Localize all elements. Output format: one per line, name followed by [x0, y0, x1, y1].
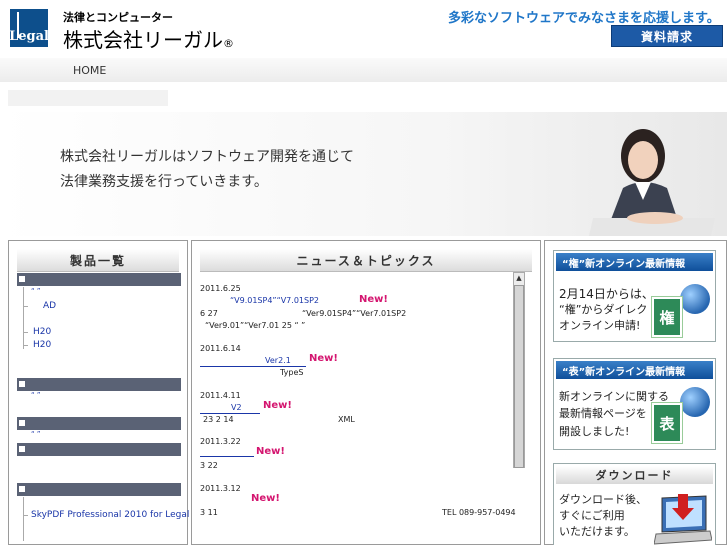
- news-link-underline: [200, 456, 254, 457]
- product-link[interactable]: “ ”: [31, 391, 40, 399]
- logo-text: Legal: [9, 29, 49, 44]
- product-link[interactable]: “ ”: [31, 430, 40, 438]
- category-bar[interactable]: [17, 417, 181, 430]
- hero-text-line2: 法律業務支援を行っていきます。: [60, 174, 268, 190]
- registered-mark: ®: [223, 37, 234, 50]
- news-date: 2011.3.22: [200, 437, 241, 446]
- product-link[interactable]: “ ”: [31, 287, 40, 295]
- news-scrollbar-thumb[interactable]: [514, 285, 524, 468]
- products-heading: 製品一覧: [17, 249, 179, 272]
- banner-text-line: ダウンロード後、: [559, 493, 647, 506]
- news-text: TypeS: [280, 368, 304, 377]
- sub-nav-bar: [8, 90, 168, 106]
- woman-photo: [589, 129, 715, 236]
- globe-icon: [680, 284, 710, 314]
- download-heading: ダウンロード: [556, 466, 713, 484]
- new-badge: New!: [263, 400, 292, 411]
- news-link[interactable]: “V9.01SP4”“V7.01SP2: [230, 296, 319, 305]
- news-link[interactable]: Ver2.1: [265, 356, 291, 365]
- category-bar[interactable]: [17, 443, 181, 456]
- category-bar[interactable]: [17, 273, 181, 286]
- tree-tick: [23, 306, 28, 307]
- banner-text-line: “権”からダイレクト: [559, 303, 659, 316]
- news-text: 23 2 14: [203, 415, 234, 424]
- tagline: 法律とコンピューター: [63, 11, 173, 24]
- scroll-up-arrow-icon[interactable]: ▲: [514, 273, 524, 284]
- new-badge: New!: [251, 493, 280, 504]
- download-banner[interactable]: ダウンロード ダウンロード後、 すぐにご利用 いただけます。: [553, 463, 716, 545]
- banner-text-line: 最新情報ページを: [559, 407, 647, 420]
- slogan: 多彩なソフトウェアでみなさまを応援します。: [448, 11, 720, 26]
- online-info-banner-hyo[interactable]: “表”新オンライン最新情報 新オンラインに関する 最新情報ページを 開設しました…: [553, 358, 716, 450]
- banner-heading: “権”新オンライン最新情報: [556, 253, 713, 271]
- news-text: TEL 089-957-0494: [442, 508, 516, 517]
- product-link[interactable]: SkyPDF Professional 2010 for Legal: [31, 510, 189, 520]
- news-link[interactable]: V2: [231, 403, 242, 412]
- news-date: 2011.6.14: [200, 344, 241, 353]
- news-link-underline: [200, 413, 260, 414]
- news-date: 2011.3.12: [200, 484, 241, 493]
- banner-text-line: オンライン申請!: [559, 319, 641, 332]
- news-date: 2011.4.11: [200, 391, 241, 400]
- product-link[interactable]: H20: [33, 340, 51, 350]
- globe-icon: [680, 387, 710, 417]
- banner-text-line: 2月14日からは、: [559, 287, 654, 301]
- news-text: XML: [338, 415, 355, 424]
- laptop-download-icon: [654, 494, 712, 545]
- new-badge: New!: [256, 446, 285, 457]
- news-text: 3 22: [200, 461, 218, 470]
- tree-line: [23, 287, 24, 349]
- company-name: 株式会社リーガル®: [63, 24, 234, 53]
- request-materials-button[interactable]: 資料請求: [611, 25, 723, 47]
- new-badge: New!: [359, 294, 388, 305]
- company-name-text: 株式会社リーガル: [63, 28, 223, 52]
- logo-mark: [17, 12, 19, 38]
- hyo-kanji-icon: 表: [651, 402, 683, 444]
- news-heading: ニュース＆トピックス: [200, 249, 532, 272]
- news-text: “Ver9.01SP4”“Ver7.01SP2: [302, 309, 407, 318]
- news-text: 3 11: [200, 508, 218, 517]
- news-panel: ニュース＆トピックス: [191, 240, 541, 545]
- category-bar[interactable]: [17, 378, 181, 391]
- tree-tick: [23, 345, 28, 346]
- new-badge: New!: [309, 353, 338, 364]
- ken-kanji-icon: 権: [651, 296, 683, 338]
- products-panel: 製品一覧 “ ” AD H20 H20 “ ” “ ” SkyPDF Profe…: [8, 240, 189, 545]
- nav-home-link[interactable]: HOME: [73, 64, 106, 77]
- news-link-underline: [200, 366, 306, 367]
- hero-text-line1: 株式会社リーガルはソフトウェア開発を通じて: [60, 149, 354, 165]
- logo[interactable]: Legal: [9, 9, 49, 47]
- news-text: “Ver9.01”“Ver7.01 25 “ ”: [205, 321, 306, 330]
- category-bar[interactable]: [17, 483, 181, 496]
- banner-text-line: すぐにご利用: [559, 509, 625, 522]
- product-link[interactable]: H20: [33, 327, 51, 337]
- product-link[interactable]: AD: [43, 301, 56, 311]
- banner-text-line: 開設しました!: [559, 425, 630, 438]
- banner-text-line: いただけます。: [559, 525, 635, 538]
- banner-heading: “表”新オンライン最新情報: [556, 361, 713, 379]
- nav-bar: [0, 58, 727, 82]
- tree-line: [23, 497, 24, 541]
- tree-tick: [23, 332, 28, 333]
- news-text: 6 27: [200, 309, 218, 318]
- news-date: 2011.6.25: [200, 284, 241, 293]
- online-info-banner-ken[interactable]: “権”新オンライン最新情報 2月14日からは、 “権”からダイレクト オンライン…: [553, 250, 716, 342]
- tree-tick: [23, 515, 28, 516]
